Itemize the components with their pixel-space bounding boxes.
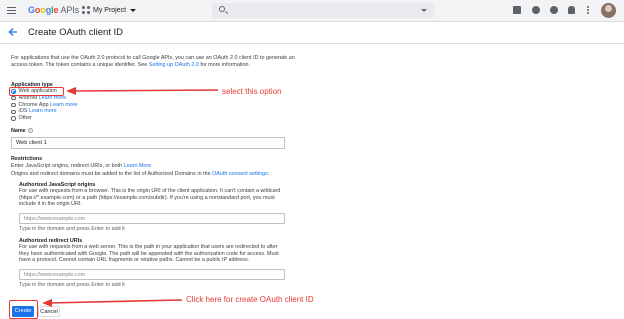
learn-more-link[interactable]: Learn more	[50, 102, 78, 109]
project-dots-icon	[82, 6, 90, 14]
name-label: Name?	[11, 128, 33, 135]
project-name: My Project	[93, 6, 127, 14]
chevron-down-icon	[130, 8, 137, 12]
name-label-text: Name	[11, 128, 26, 134]
search-bar[interactable]	[212, 3, 434, 18]
js-origins-input[interactable]: https://www.example.com	[19, 213, 285, 224]
radio-button[interactable]	[11, 116, 16, 121]
logo-suffix: APIs	[60, 5, 80, 15]
annotation-create-client: Click here for create OAuth client ID	[186, 295, 314, 304]
annotation-highlight-web-application	[9, 87, 64, 96]
google-apis-logo[interactable]: Google APIs	[28, 5, 79, 15]
menu-icon[interactable]	[7, 7, 16, 14]
radio-button[interactable]	[11, 95, 16, 101]
intro-after: for more information.	[198, 61, 251, 68]
page-title: Create OAuth client ID	[28, 27, 124, 38]
cancel-button[interactable]: Cancel	[38, 306, 60, 317]
learn-more-link[interactable]: Learn More	[124, 163, 152, 169]
avatar[interactable]	[601, 3, 616, 18]
radio-label: Other	[18, 115, 32, 122]
redirect-uris-desc: For use with requests from a web server.…	[19, 244, 279, 264]
help-icon[interactable]: ?	[27, 128, 33, 134]
annotation-select-option: select this option	[222, 87, 282, 96]
domains-desc-after: .	[267, 171, 270, 177]
radio-button[interactable]	[11, 102, 16, 108]
intro-text: For applications that use the OAuth 2.0 …	[11, 55, 311, 68]
project-selector[interactable]: My Project	[82, 6, 137, 14]
setup-oauth-link[interactable]: Setting up OAuth 2.0	[149, 62, 199, 68]
back-arrow-icon[interactable]	[8, 27, 18, 37]
logo-letter: e	[53, 5, 59, 15]
restrictions-label: Restrictions	[11, 156, 43, 162]
oauth-consent-link[interactable]: OAuth consent settings	[212, 171, 268, 177]
annotation-arrow-select	[66, 87, 219, 95]
more-vert-icon[interactable]	[587, 6, 589, 14]
radio-ios[interactable]: iOS Learn more	[11, 108, 78, 115]
restrictions-desc-domains: Origins and redirect domains must be add…	[11, 171, 269, 178]
domains-desc-text: Origins and redirect domains must be add…	[11, 171, 213, 177]
terminal-icon[interactable]	[532, 6, 540, 14]
search-icon	[219, 6, 225, 12]
js-origins-hint: Type in the domain and press Enter to ad…	[19, 226, 125, 232]
page-header: Create OAuth client ID	[0, 22, 624, 44]
restrictions-desc-text: Enter JavaScript origins, redirect URIs,…	[11, 163, 124, 169]
redirect-uris-hint: Type in the domain and press Enter to ad…	[19, 282, 125, 288]
learn-more-link[interactable]: Learn more	[29, 108, 57, 115]
radio-chrome-app[interactable]: Chrome App Learn more	[11, 102, 78, 109]
annotation-highlight-create	[9, 300, 38, 319]
redirect-uris-input[interactable]: https://www.example.com	[19, 269, 285, 280]
radio-button[interactable]	[11, 109, 16, 115]
radio-other[interactable]: Other	[11, 115, 78, 122]
name-field[interactable]: Web client 1	[11, 137, 285, 149]
top-bar: Google APIs My Project	[0, 0, 624, 22]
restrictions-desc: Enter JavaScript origins, redirect URIs,…	[11, 163, 151, 170]
help-icon[interactable]	[550, 6, 558, 14]
radio-label: Chrome App	[18, 101, 49, 108]
radio-label: iOS	[18, 108, 28, 115]
gift-icon[interactable]	[513, 6, 521, 14]
js-origins-desc: For use with requests from a browser. Th…	[19, 188, 281, 208]
logo-letter: G	[28, 5, 35, 15]
search-dropdown-icon[interactable]	[421, 9, 427, 12]
notifications-icon[interactable]	[568, 6, 575, 14]
annotation-arrow-create	[42, 299, 183, 307]
